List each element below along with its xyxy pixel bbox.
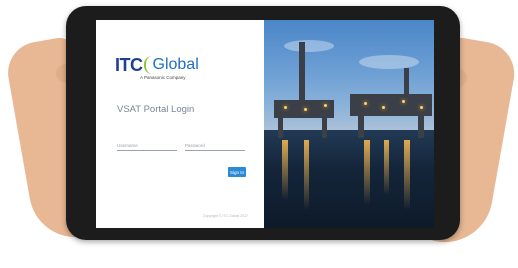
password-input[interactable] [185,140,245,151]
rig-light [364,102,367,105]
offshore-rig-photo [264,20,434,228]
page-title: VSAT Portal Login [117,104,195,115]
logo-global-text: Global [152,56,199,73]
login-panel: ITC Global A Panasonic Company VSAT Port… [96,20,264,228]
copyright-text: Copyright © ITC Global 2017 [203,214,248,218]
rig-light [324,104,327,107]
photo-cloud [284,40,334,52]
photo-cloud [359,55,419,69]
light-reflection [384,140,389,195]
logo-tagline: A Panasonic Company [140,75,186,80]
rig-leg [278,116,283,138]
light-reflection [404,140,410,210]
rig-deck [350,94,432,116]
rig-light [402,100,405,103]
rig-light [284,106,287,109]
rig-leg [322,116,327,138]
itc-global-logo: ITC Global A Panasonic Company [115,54,199,80]
rig-leg [418,114,424,138]
light-reflection [282,140,288,200]
sign-in-button[interactable]: Sign In [228,167,246,177]
rig-light [382,106,385,109]
tablet-device: ITC Global A Panasonic Company VSAT Port… [66,6,460,240]
logo-itc-text: ITC [115,55,143,75]
logo-swoosh-icon [143,56,152,74]
rig-light [304,108,307,111]
light-reflection [304,140,309,210]
rig-derrick [299,42,305,104]
rig-light [420,106,423,109]
light-reflection [364,140,370,205]
rig-leg [358,114,364,138]
username-input[interactable] [117,140,177,151]
tablet-screen: ITC Global A Panasonic Company VSAT Port… [96,20,434,228]
